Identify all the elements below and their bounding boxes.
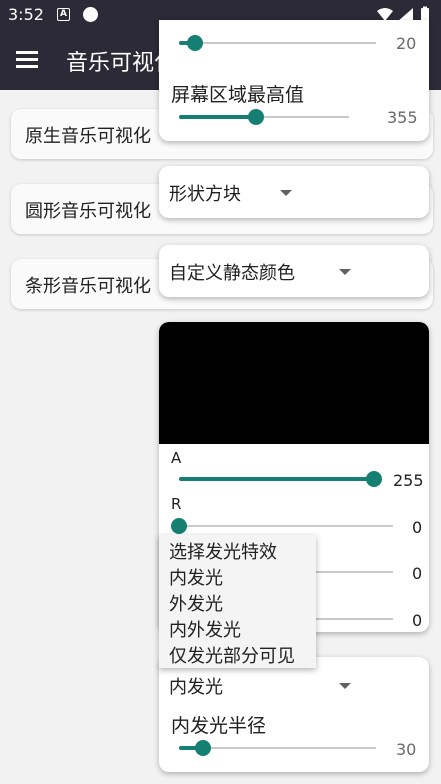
visualizer-card-label: 条形音乐可视化 [25, 276, 151, 297]
color-mode-select[interactable]: 自定义静态颜色 [159, 245, 429, 297]
channel-g-value: 0 [412, 564, 423, 583]
menu-icon[interactable] [16, 51, 38, 69]
channel-a-value: 255 [393, 471, 424, 490]
chevron-down-icon [280, 190, 292, 196]
glow-effect-menu: 选择发光特效 内发光 外发光 内外发光 仅发光部分可见 [159, 535, 316, 668]
inner-glow-radius-label: 内发光半径 [171, 715, 267, 737]
slider-1[interactable] [179, 33, 376, 53]
notification-a-icon: A [57, 8, 70, 21]
slider-thumb[interactable] [194, 740, 211, 756]
color-preview [159, 322, 429, 444]
chevron-down-icon [339, 683, 351, 689]
menu-item-outer-glow[interactable]: 外发光 [169, 590, 223, 616]
channel-b-value: 0 [412, 611, 423, 630]
menu-item-glow-only[interactable]: 仅发光部分可见 [169, 642, 295, 668]
visualizer-card-label: 圆形音乐可视化 [25, 201, 151, 222]
menu-item-inner-glow[interactable]: 内发光 [169, 564, 223, 590]
glow-effect-select-value: 内发光 [169, 677, 223, 698]
channel-r-slider[interactable] [171, 516, 393, 536]
menu-item-inner-outer-glow[interactable]: 内外发光 [169, 616, 241, 642]
slider-thumb[interactable] [366, 471, 382, 487]
shape-select[interactable]: 形状方块 [159, 166, 429, 218]
color-mode-select-value: 自定义静态颜色 [169, 263, 295, 284]
channel-r-label: R [171, 495, 182, 513]
channel-a-slider[interactable] [179, 469, 382, 489]
slider-thumb[interactable] [171, 518, 187, 534]
slider-thumb[interactable] [186, 35, 203, 51]
slider-1-value: 20 [396, 34, 417, 53]
slider-thumb[interactable] [247, 109, 264, 125]
channel-r-value: 0 [412, 518, 423, 537]
menu-item-select-glow[interactable]: 选择发光特效 [169, 538, 277, 564]
screen-area-card: 20 屏幕区域最高值 355 [159, 20, 429, 141]
channel-a-label: A [171, 449, 182, 467]
visualizer-card-label: 原生音乐可视化 [25, 126, 151, 147]
notification-dot-icon [83, 7, 98, 22]
screen-area-max-label: 屏幕区域最高值 [171, 84, 305, 106]
screen-area-max-value: 355 [387, 108, 418, 127]
inner-glow-radius-slider[interactable] [179, 738, 376, 758]
shape-select-value: 形状方块 [169, 184, 241, 205]
screen-area-max-slider[interactable] [179, 107, 349, 127]
glow-effect-select[interactable]: 内发光 [159, 663, 369, 705]
status-time: 3:52 [8, 5, 44, 24]
inner-glow-radius-value: 30 [396, 740, 417, 759]
glow-card: 内发光 内发光半径 30 [159, 657, 429, 772]
chevron-down-icon [339, 269, 351, 275]
